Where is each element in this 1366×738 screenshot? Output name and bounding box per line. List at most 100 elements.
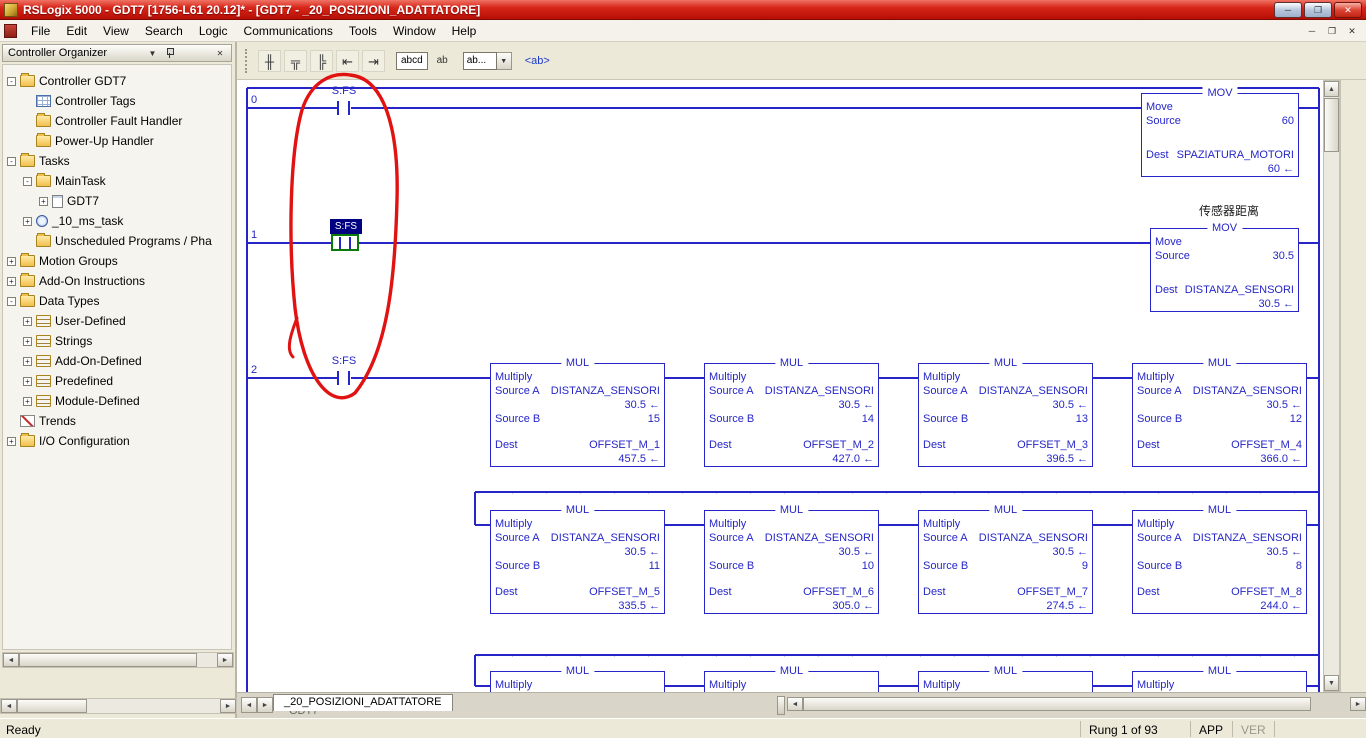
menu-logic[interactable]: Logic [191, 21, 236, 41]
tree-expander[interactable]: - [7, 157, 16, 166]
panel-menu-arrow-icon[interactable]: ▼ [147, 49, 159, 58]
xic-contact[interactable] [339, 237, 341, 249]
tree-expander[interactable]: + [23, 337, 32, 346]
xic-contact[interactable] [348, 101, 350, 115]
tree-expander[interactable]: + [7, 437, 16, 446]
tree-item-power-up-handler[interactable]: Power-Up Handler [3, 131, 231, 151]
dest-tag[interactable]: OFFSET_M_8 [1231, 585, 1302, 599]
tree-expander[interactable]: - [7, 297, 16, 306]
source-a-tag[interactable]: DISTANZA_SENSORI [765, 384, 874, 398]
tree-expander[interactable]: + [7, 277, 16, 286]
combo-value[interactable]: ab... [463, 52, 497, 70]
new-rung-icon[interactable]: ╫ [258, 50, 281, 72]
mul-block[interactable]: MULMultiplySource ADISTANZA_SENSORI30.5 … [490, 510, 665, 614]
tree-item-add-on-defined[interactable]: +Add-On-Defined [3, 351, 231, 371]
ladder-editor[interactable]: 0 1 2 S:FS S:FS S:FS MOV Move Source 60 … [237, 80, 1323, 692]
scrollbar-thumb[interactable] [1324, 98, 1339, 152]
scrollbar-thumb[interactable] [17, 699, 87, 713]
tree-item-i-o-configuration[interactable]: +I/O Configuration [3, 431, 231, 451]
tree-item-controller-gdt7[interactable]: -Controller GDT7 [3, 71, 231, 91]
mul-block[interactable]: MULMultiplySource ADISTANZA_SENSORI30.5 … [704, 363, 879, 467]
tree-item-trends[interactable]: Trends [3, 411, 231, 431]
rung-number[interactable]: 2 [251, 364, 257, 376]
tree-item-strings[interactable]: +Strings [3, 331, 231, 351]
scroll-left-icon[interactable]: ◄ [1, 699, 17, 713]
mul-block[interactable]: MULMultiplySource ADISTANZA_SENSORI30.5 … [1132, 363, 1307, 467]
source-a-tag[interactable]: DISTANZA_SENSORI [1193, 531, 1302, 545]
source-a-tag[interactable]: DISTANZA_SENSORI [1193, 384, 1302, 398]
tree-item-maintask[interactable]: -MainTask [3, 171, 231, 191]
edit-cursor-box[interactable] [331, 234, 359, 251]
mul-block[interactable]: MULMultiplySource ADISTANZA_SENSORI30.5 … [1132, 510, 1307, 614]
branch-level-icon[interactable]: ╠ [310, 50, 333, 72]
element-combo[interactable]: ab... ▼ [463, 52, 512, 70]
tree-expander[interactable]: + [23, 357, 32, 366]
source-value[interactable]: 30.5 [1273, 249, 1294, 263]
tab-scroll-left-icon[interactable]: ◄ [241, 697, 257, 713]
tree-item-data-types[interactable]: -Data Types [3, 291, 231, 311]
scrollbar-thumb[interactable] [19, 653, 197, 667]
menu-search[interactable]: Search [137, 21, 191, 41]
dest-tag[interactable]: OFFSET_M_3 [1017, 438, 1088, 452]
toggle-bit-button[interactable]: abcd [396, 52, 428, 70]
source-a-tag[interactable]: DISTANZA_SENSORI [979, 531, 1088, 545]
source-b-value[interactable]: 11 [649, 559, 660, 573]
mul-block[interactable]: MULMultiply [918, 671, 1093, 692]
rung-number[interactable]: 0 [251, 94, 257, 106]
minimize-button[interactable]: ─ [1274, 2, 1302, 18]
menu-communications[interactable]: Communications [236, 21, 341, 41]
pin-icon[interactable] [165, 48, 175, 58]
tree-expander[interactable]: + [39, 197, 48, 206]
rung-number[interactable]: 1 [251, 229, 257, 241]
maximize-button[interactable]: ❐ [1304, 2, 1332, 18]
panel-close-icon[interactable]: ✕ [214, 49, 226, 58]
organizer-h-scrollbar[interactable]: ◄ ► [2, 652, 234, 668]
scrollbar-thumb[interactable] [803, 697, 1311, 711]
scroll-up-icon[interactable]: ▲ [1324, 81, 1339, 97]
source-a-tag[interactable]: DISTANZA_SENSORI [551, 384, 660, 398]
tree-item-tasks[interactable]: -Tasks [3, 151, 231, 171]
xic-contact[interactable] [337, 101, 339, 115]
tab-scroll-splitter[interactable] [777, 696, 785, 715]
source-a-tag[interactable]: DISTANZA_SENSORI [979, 384, 1088, 398]
child-close-button[interactable]: ✕ [1342, 23, 1362, 39]
rung-comment[interactable]: 传感器距离 [1164, 202, 1294, 219]
scroll-right-icon[interactable]: ► [217, 653, 233, 667]
ascii-text-icon[interactable]: ab [431, 50, 454, 72]
source-b-value[interactable]: 9 [1082, 559, 1088, 573]
contact-tag-label[interactable]: S:FS [314, 85, 374, 97]
xic-contact[interactable] [348, 371, 350, 385]
contact-tag-label[interactable]: S:FS [314, 355, 374, 367]
mul-block[interactable]: MULMultiplySource ADISTANZA_SENSORI30.5 … [490, 363, 665, 467]
tree-item-controller-fault-handler[interactable]: Controller Fault Handler [3, 111, 231, 131]
source-b-value[interactable]: 12 [1290, 412, 1302, 426]
tree-expander[interactable]: - [7, 77, 16, 86]
dest-tag[interactable]: OFFSET_M_2 [803, 438, 874, 452]
tree-item-predefined[interactable]: +Predefined [3, 371, 231, 391]
tree-item-10-ms-task[interactable]: +_10_ms_task [3, 211, 231, 231]
tab-scroll-right-icon[interactable]: ► [257, 697, 273, 713]
mul-block[interactable]: MULMultiply [1132, 671, 1307, 692]
scroll-down-icon[interactable]: ▼ [1324, 675, 1339, 691]
child-minimize-button[interactable]: ─ [1302, 23, 1322, 39]
scroll-left-icon[interactable]: ◄ [3, 653, 19, 667]
docked-h-scrollbar[interactable]: ◄ ► [0, 698, 237, 714]
menu-view[interactable]: View [95, 21, 137, 41]
tree-expander[interactable]: + [7, 257, 16, 266]
dest-tag[interactable]: OFFSET_M_5 [589, 585, 660, 599]
source-a-tag[interactable]: DISTANZA_SENSORI [765, 531, 874, 545]
tree-item-controller-tags[interactable]: Controller Tags [3, 91, 231, 111]
tab-20-posizioni-adattatore[interactable]: _20_POSIZIONI_ADATTATORE [273, 694, 453, 711]
tag-browse-button[interactable]: <ab> [525, 55, 550, 67]
source-b-value[interactable]: 14 [862, 412, 874, 426]
tree-item-add-on-instructions[interactable]: +Add-On Instructions [3, 271, 231, 291]
menu-edit[interactable]: Edit [58, 21, 95, 41]
dest-tag[interactable]: OFFSET_M_7 [1017, 585, 1088, 599]
menu-tools[interactable]: Tools [341, 21, 385, 41]
dest-tag[interactable]: DISTANZA_SENSORI [1185, 283, 1294, 297]
tree-expander[interactable]: + [23, 317, 32, 326]
mul-block[interactable]: MULMultiplySource ADISTANZA_SENSORI30.5 … [704, 510, 879, 614]
ladder-h-scrollbar[interactable]: ◄ ► [787, 697, 1366, 713]
tree-expander[interactable]: + [23, 377, 32, 386]
mul-block[interactable]: MULMultiply [704, 671, 879, 692]
